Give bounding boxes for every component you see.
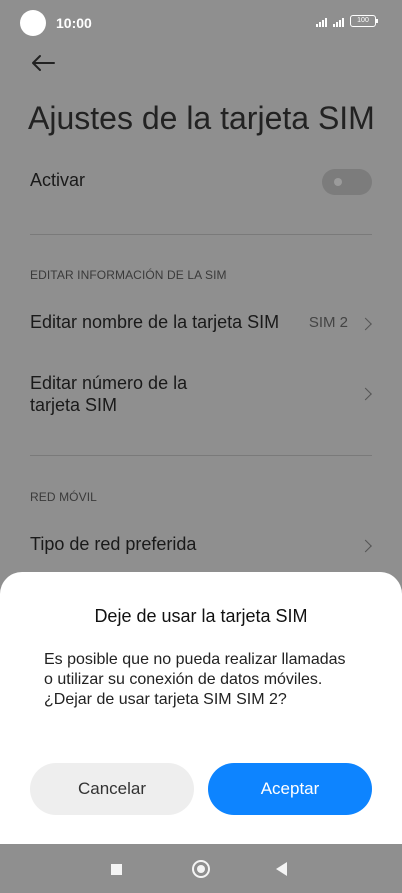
network-type-row[interactable]: Tipo de red preferida	[30, 534, 372, 558]
edit-name-label: Editar nombre de la tarjeta SIM	[30, 312, 280, 332]
network-type-label: Tipo de red preferida	[30, 534, 197, 554]
activate-row[interactable]: Activar	[30, 169, 372, 195]
system-back-button[interactable]	[276, 862, 287, 876]
edit-number-label-line2: tarjeta SIM	[30, 395, 118, 415]
navigation-bar	[0, 844, 402, 893]
divider	[30, 234, 372, 235]
toggle-knob	[334, 178, 342, 186]
edit-number-row[interactable]: Editar número de la tarjeta SIM	[30, 372, 372, 416]
activate-label: Activar	[30, 170, 86, 190]
home-button[interactable]	[192, 860, 210, 878]
chevron-right-icon	[359, 539, 372, 553]
arrow-left-icon	[32, 55, 55, 71]
stop-sim-dialog: Deje de usar la tarjeta SIM Es posible q…	[0, 572, 402, 844]
section-network-label: RED MÓVIL	[30, 490, 97, 504]
edit-name-value: SIM 2	[308, 314, 348, 331]
edit-number-label-line1: Editar número de la	[30, 373, 188, 393]
signal-2-icon	[333, 17, 344, 27]
cancel-button[interactable]: Cancelar	[30, 763, 194, 815]
edit-name-row[interactable]: Editar nombre de la tarjeta SIM SIM 2	[30, 312, 372, 336]
signal-1-icon	[316, 17, 327, 27]
settings-screen: 10:00 100 Ajustes de la tarjeta SIM Acti…	[0, 0, 402, 893]
activate-toggle[interactable]	[322, 169, 372, 195]
status-time: 10:00	[56, 15, 92, 31]
status-icons: 100	[316, 15, 378, 27]
page-title: Ajustes de la tarjeta SIM	[28, 100, 375, 136]
divider	[30, 455, 372, 456]
battery-icon: 100	[350, 15, 378, 27]
recent-apps-button[interactable]	[111, 864, 122, 875]
camera-dot-icon	[20, 10, 46, 36]
status-bar: 10:00 100	[0, 0, 402, 44]
dialog-title: Deje de usar la tarjeta SIM	[94, 606, 308, 626]
chevron-right-icon	[359, 317, 372, 331]
section-edit-label: EDITAR INFORMACIÓN DE LA SIM	[30, 268, 227, 282]
accept-button[interactable]: Aceptar	[208, 763, 372, 815]
back-button[interactable]	[28, 48, 58, 78]
dialog-message: Es posible que no pueda realizar llamada…	[44, 651, 346, 708]
